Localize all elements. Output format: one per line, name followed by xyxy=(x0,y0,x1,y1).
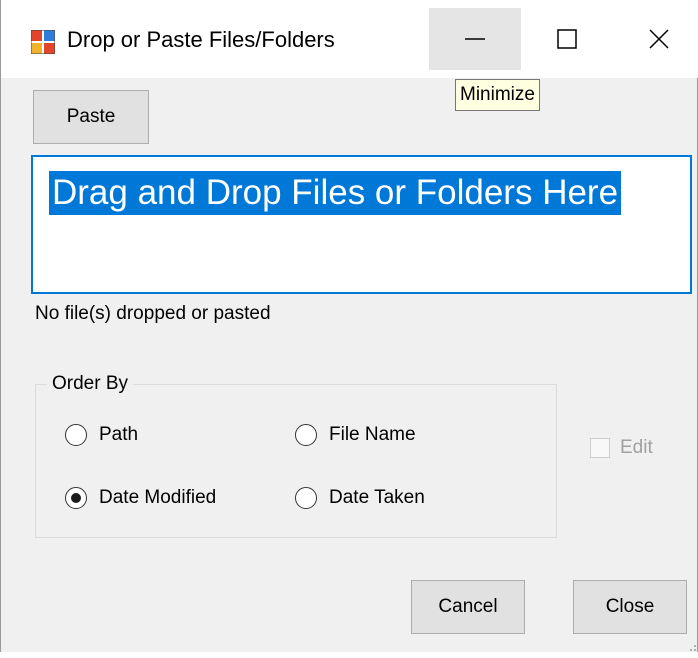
radio-label-date-taken: Date Taken xyxy=(329,487,425,508)
cancel-button[interactable]: Cancel xyxy=(411,580,525,634)
title-bar[interactable]: Drop or Paste Files/Folders xyxy=(1,0,698,78)
close-icon xyxy=(649,29,669,49)
radio-button[interactable] xyxy=(295,487,317,509)
radio-label-path: Path xyxy=(99,424,139,445)
drop-area-text: Drag and Drop Files or Folders Here xyxy=(49,171,622,215)
radio-date-taken[interactable]: Date Taken xyxy=(295,487,425,509)
radio-label-file-name: File Name xyxy=(329,424,416,445)
dialog-window: Drop or Paste Files/Folders Minimize Pas… xyxy=(0,0,698,652)
drop-target-area[interactable]: Drag and Drop Files or Folders Here xyxy=(31,155,692,294)
close-button[interactable]: Close xyxy=(573,580,687,634)
radio-button[interactable] xyxy=(295,424,317,446)
close-button-label: Close xyxy=(605,596,655,617)
minimize-button[interactable] xyxy=(429,8,521,70)
maximize-button[interactable] xyxy=(521,8,613,70)
radio-button[interactable] xyxy=(65,424,87,446)
app-window-icon xyxy=(30,29,56,55)
minimize-tooltip: Minimize xyxy=(455,79,540,111)
minimize-icon xyxy=(465,29,485,49)
edit-checkbox xyxy=(590,438,610,458)
edit-checkbox-row: Edit xyxy=(590,437,653,459)
order-by-legend: Order By xyxy=(47,373,134,395)
edit-checkbox-label: Edit xyxy=(620,437,653,458)
radio-label-date-modified: Date Modified xyxy=(99,487,217,508)
paste-button-label: Paste xyxy=(66,106,116,127)
radio-date-modified[interactable]: Date Modified xyxy=(65,487,216,509)
resize-grip-icon[interactable] xyxy=(687,640,697,651)
maximize-icon xyxy=(557,29,577,49)
radio-file-name[interactable]: File Name xyxy=(295,424,416,446)
radio-path[interactable]: Path xyxy=(65,424,138,446)
close-window-button[interactable] xyxy=(613,8,698,70)
order-by-group xyxy=(35,384,557,538)
cancel-button-label: Cancel xyxy=(438,596,498,617)
window-title: Drop or Paste Files/Folders xyxy=(67,27,335,52)
radio-button-selected[interactable] xyxy=(65,487,87,509)
status-label: No file(s) dropped or pasted xyxy=(35,303,271,324)
paste-button[interactable]: Paste xyxy=(33,90,149,144)
